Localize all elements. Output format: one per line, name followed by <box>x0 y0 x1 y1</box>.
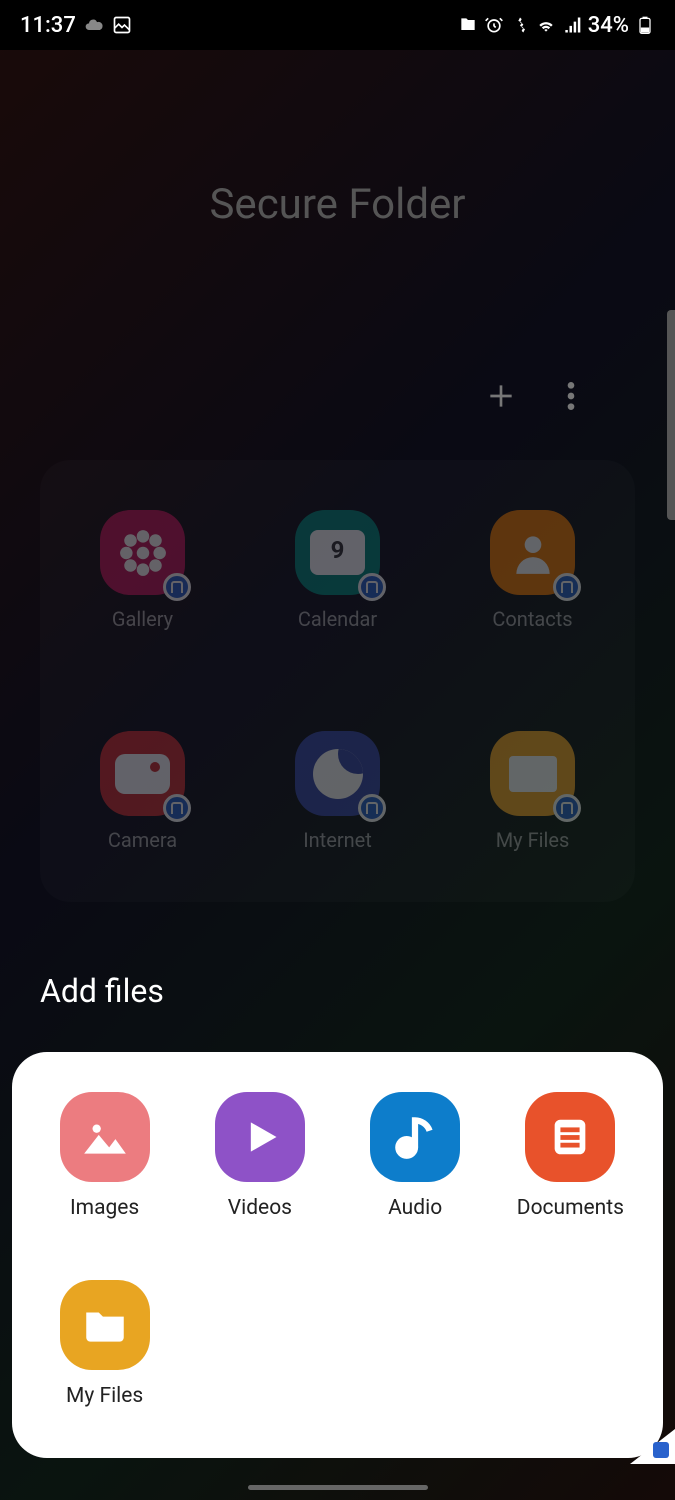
wifi-icon <box>536 15 556 35</box>
signal-icon <box>562 15 582 35</box>
sheet-item-label: Documents <box>517 1196 624 1220</box>
sheet-item-label: Audio <box>388 1196 442 1220</box>
add-documents-button[interactable]: Documents <box>498 1092 643 1220</box>
app-label: My Files <box>496 828 570 852</box>
image-icon <box>112 15 132 35</box>
images-icon <box>60 1092 150 1182</box>
secure-corner-icon <box>653 1442 669 1458</box>
status-bar: 11:37 34% <box>0 0 675 50</box>
add-files-sheet: Images Videos Audio Documents My Files <box>12 1052 663 1458</box>
more-options-button[interactable] <box>567 380 575 420</box>
sheet-item-label: Images <box>70 1196 139 1220</box>
app-internet[interactable]: Internet <box>265 731 410 852</box>
calendar-icon: 9 <box>295 510 380 595</box>
add-audio-button[interactable]: Audio <box>343 1092 488 1220</box>
status-time: 11:37 <box>20 13 76 38</box>
add-videos-button[interactable]: Videos <box>187 1092 332 1220</box>
page-title: Secure Folder <box>0 180 675 229</box>
folder-status-icon <box>458 15 478 35</box>
vibrate-icon <box>510 15 530 35</box>
lock-badge-icon <box>163 573 191 601</box>
camera-icon <box>100 731 185 816</box>
sheet-title: Add files <box>40 972 164 1010</box>
add-button[interactable] <box>485 380 517 420</box>
app-camera[interactable]: Camera <box>70 731 215 852</box>
lock-badge-icon <box>553 573 581 601</box>
lock-badge-icon <box>553 794 581 822</box>
toolbar <box>485 380 575 420</box>
app-label: Internet <box>303 828 372 852</box>
app-label: Contacts <box>492 607 572 631</box>
app-calendar[interactable]: 9 Calendar <box>265 510 410 631</box>
add-myfiles-button[interactable]: My Files <box>32 1280 177 1408</box>
add-images-button[interactable]: Images <box>32 1092 177 1220</box>
battery-icon <box>635 15 655 35</box>
sheet-item-label: Videos <box>228 1196 292 1220</box>
folder-icon <box>60 1280 150 1370</box>
lock-badge-icon <box>358 794 386 822</box>
app-label: Gallery <box>112 607 173 631</box>
lock-badge-icon <box>358 573 386 601</box>
secure-apps-container: Gallery 9 Calendar Contacts Camera <box>40 460 635 902</box>
battery-percent: 34% <box>588 13 629 38</box>
app-label: Camera <box>108 828 177 852</box>
scroll-indicator[interactable] <box>667 310 675 520</box>
internet-icon <box>295 731 380 816</box>
alarm-icon <box>484 15 504 35</box>
app-gallery[interactable]: Gallery <box>70 510 215 631</box>
documents-icon <box>525 1092 615 1182</box>
videos-icon <box>215 1092 305 1182</box>
sheet-item-label: My Files <box>66 1384 143 1408</box>
contacts-icon <box>490 510 575 595</box>
lock-badge-icon <box>163 794 191 822</box>
gallery-icon <box>100 510 185 595</box>
navigation-handle[interactable] <box>248 1485 428 1490</box>
app-contacts[interactable]: Contacts <box>460 510 605 631</box>
cloud-icon <box>84 15 104 35</box>
app-label: Calendar <box>298 607 377 631</box>
folder-icon <box>490 731 575 816</box>
app-myfiles[interactable]: My Files <box>460 731 605 852</box>
audio-icon <box>370 1092 460 1182</box>
